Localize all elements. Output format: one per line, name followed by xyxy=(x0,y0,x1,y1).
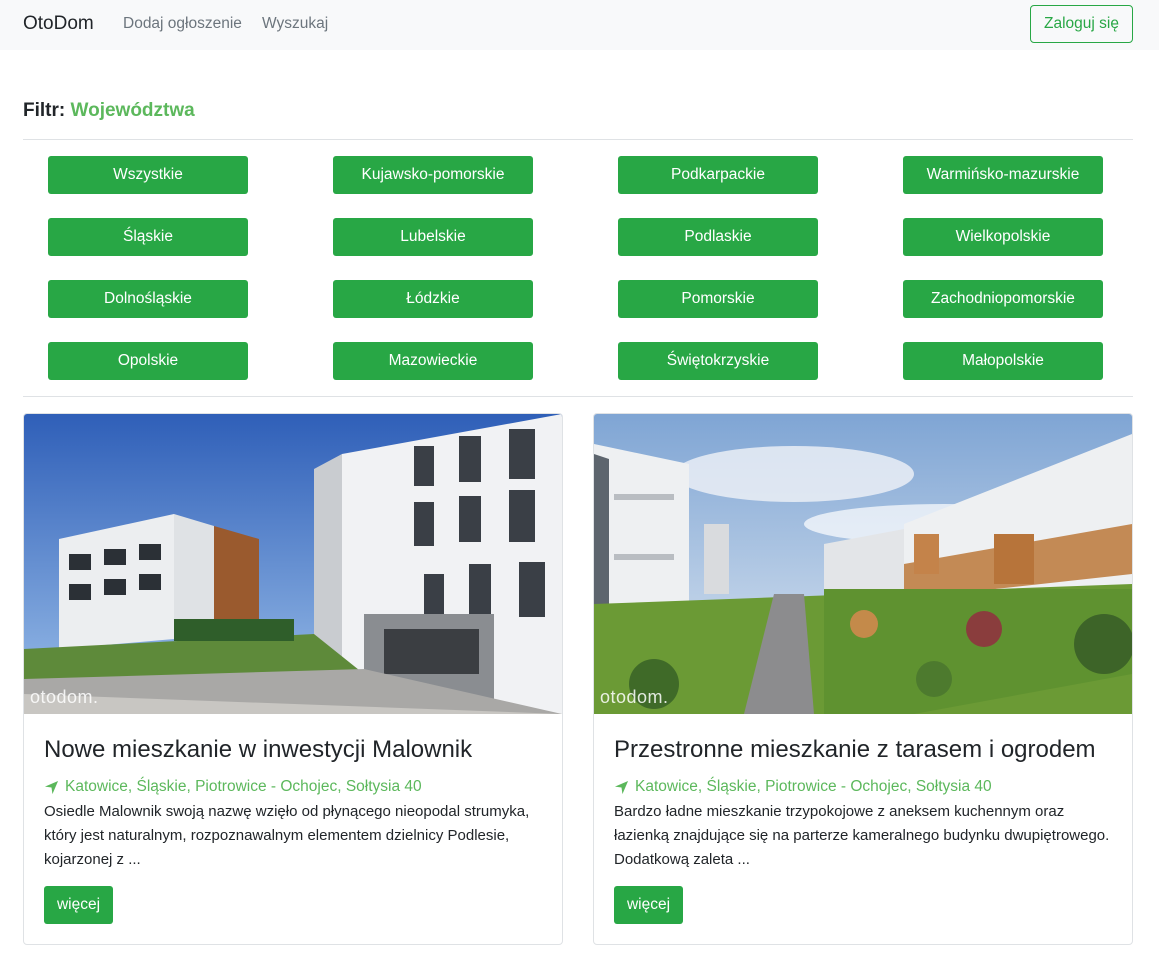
location-arrow-icon xyxy=(44,780,59,794)
listing-card: otodom. Nowe mieszkanie w inwestycji Mal… xyxy=(23,413,563,945)
nav-search[interactable]: Wyszukaj xyxy=(262,15,328,33)
more-button[interactable]: więcej xyxy=(44,886,113,924)
listing-description: Bardzo ładne mieszkanie trzypokojowe z a… xyxy=(614,803,1110,868)
listing-title[interactable]: Przestronne mieszkanie z tarasem i ogrod… xyxy=(614,736,1096,764)
nav-add-listing[interactable]: Dodaj ogłoszenie xyxy=(123,15,242,33)
photo-watermark: otodom. xyxy=(600,687,669,707)
region-filter-button[interactable]: Warmińsko-mazurskie xyxy=(903,156,1103,194)
region-filter-button[interactable]: Podlaskie xyxy=(618,218,818,256)
filter-title: Województwa xyxy=(70,100,195,121)
brand-logo[interactable]: OtoDom xyxy=(23,13,94,35)
region-filter-button[interactable]: Zachodniopomorskie xyxy=(903,280,1103,318)
listing-card: otodom. Przestronne mieszkanie z tarasem… xyxy=(593,413,1133,945)
region-filter-button[interactable]: Świętokrzyskie xyxy=(618,342,818,380)
divider xyxy=(23,139,1133,140)
login-button[interactable]: Zaloguj się xyxy=(1030,5,1133,43)
filter-heading: Filtr: Województwa xyxy=(23,100,195,122)
listing-location: Katowice, Śląskie, Piotrowice - Ochojec,… xyxy=(44,778,422,796)
divider xyxy=(23,396,1133,397)
region-filter-button[interactable]: Podkarpackie xyxy=(618,156,818,194)
photo-watermark: otodom. xyxy=(30,687,99,707)
region-filter-button[interactable]: Wszystkie xyxy=(48,156,248,194)
more-button[interactable]: więcej xyxy=(614,886,683,924)
region-filter-button[interactable]: Mazowieckie xyxy=(333,342,533,380)
region-filter-button[interactable]: Dolnośląskie xyxy=(48,280,248,318)
listing-photo[interactable]: otodom. xyxy=(594,414,1132,714)
region-filter-button[interactable]: Śląskie xyxy=(48,218,248,256)
listing-location-text: Katowice, Śląskie, Piotrowice - Ochojec,… xyxy=(65,778,422,795)
location-arrow-icon xyxy=(614,780,629,794)
region-filter-button[interactable]: Kujawsko-pomorskie xyxy=(333,156,533,194)
top-navbar: OtoDom Dodaj ogłoszenie Wyszukaj Zaloguj… xyxy=(0,0,1159,50)
region-filter-button[interactable]: Wielkopolskie xyxy=(903,218,1103,256)
region-filter-button[interactable]: Małopolskie xyxy=(903,342,1103,380)
filter-prefix: Filtr: xyxy=(23,100,66,121)
region-filter-button[interactable]: Łódzkie xyxy=(333,280,533,318)
region-filter-button[interactable]: Opolskie xyxy=(48,342,248,380)
listing-description: Osiedle Malownik swoją nazwę wzięło od p… xyxy=(44,803,530,868)
region-filter-button[interactable]: Lubelskie xyxy=(333,218,533,256)
listing-location-text: Katowice, Śląskie, Piotrowice - Ochojec,… xyxy=(635,778,992,795)
listing-location: Katowice, Śląskie, Piotrowice - Ochojec,… xyxy=(614,778,992,796)
region-filter-button[interactable]: Pomorskie xyxy=(618,280,818,318)
listing-title[interactable]: Nowe mieszkanie w inwestycji Malownik xyxy=(44,736,472,764)
listing-photo[interactable]: otodom. xyxy=(24,414,562,714)
